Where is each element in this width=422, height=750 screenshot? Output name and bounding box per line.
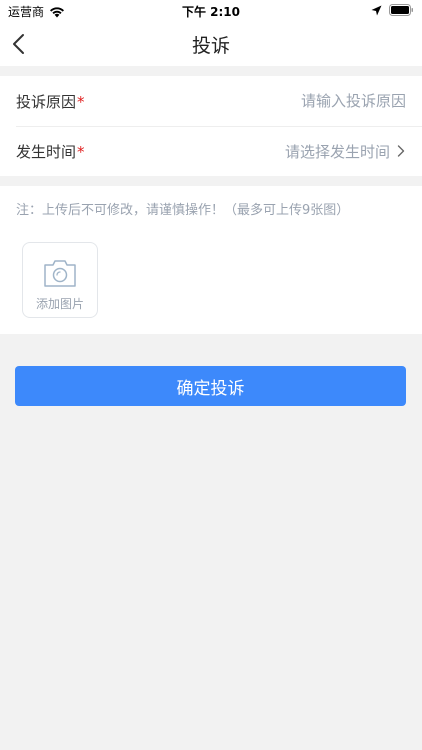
status-right xyxy=(371,4,414,16)
battery-icon xyxy=(389,4,413,16)
reason-input[interactable] xyxy=(186,92,406,110)
required-mark: * xyxy=(77,92,85,111)
required-mark: * xyxy=(77,142,85,161)
reason-label-text: 投诉原因 xyxy=(16,92,77,111)
upload-note: 注：上传后不可修改，请谨慎操作！（最多可上传9张图） xyxy=(16,203,350,218)
time-row[interactable]: 发生时间* 请选择发生时间 xyxy=(0,126,422,176)
add-image-button[interactable]: 添加图片 xyxy=(22,242,98,318)
camera-icon xyxy=(44,260,76,287)
image-upload-section: 注：上传后不可修改，请谨慎操作！（最多可上传9张图） 添加图片 xyxy=(0,186,422,334)
chevron-right-icon xyxy=(397,145,405,157)
complaint-form: 投诉原因* 发生时间* 请选择发生时间 xyxy=(0,76,422,176)
time-picker[interactable]: 请选择发生时间 xyxy=(285,141,406,162)
status-bar: 运营商 下午 2:10 xyxy=(0,0,422,22)
reason-label: 投诉原因* xyxy=(16,91,85,112)
time-label-text: 发生时间 xyxy=(16,142,77,161)
submit-complaint-button[interactable]: 确定投诉 xyxy=(15,366,406,406)
time-placeholder: 请选择发生时间 xyxy=(284,142,390,161)
page-title: 投诉 xyxy=(191,35,230,57)
add-image-label: 添加图片 xyxy=(35,297,84,311)
navigation-bar: 投诉 xyxy=(0,22,422,66)
status-time: 下午 2:10 xyxy=(181,5,241,19)
time-label: 发生时间* xyxy=(16,141,85,162)
location-arrow-icon xyxy=(371,5,382,15)
reason-row: 投诉原因* xyxy=(0,76,422,126)
